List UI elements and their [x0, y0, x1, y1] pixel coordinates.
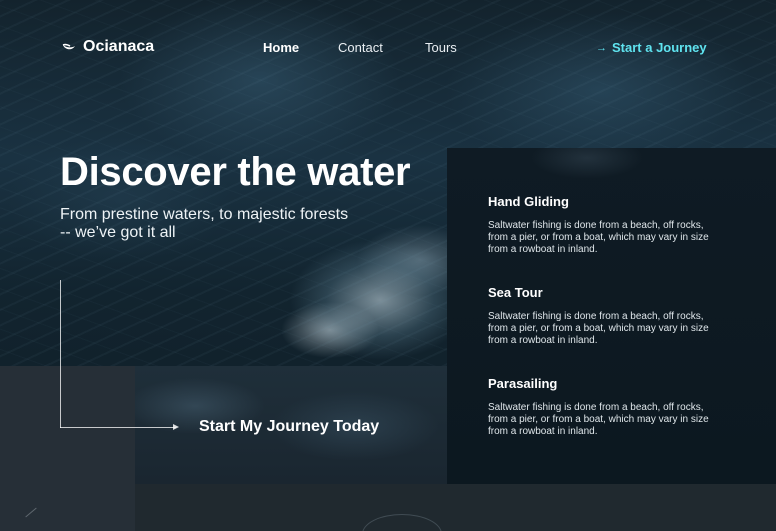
activity-description: Saltwater fishing is done from a beach, … — [488, 220, 709, 255]
wave-logo-icon — [62, 42, 76, 52]
journey-connector-horizontal — [60, 427, 176, 428]
brand-logo[interactable]: Ocianaca — [62, 36, 154, 58]
nav-item-home[interactable]: Home — [263, 40, 299, 55]
dark-panel — [0, 366, 135, 531]
hero-title: Discover the water — [60, 150, 411, 194]
hero-subtitle: From prestine waters, to majestic forest… — [60, 206, 349, 241]
arrow-right-icon: → — [596, 41, 607, 54]
activity-card[interactable]: Hand Gliding Saltwater fishing is done f… — [488, 194, 718, 256]
start-journey-link[interactable]: → Start a Journey — [596, 40, 707, 55]
arrowhead-icon — [173, 424, 179, 430]
nav-item-tours[interactable]: Tours — [425, 40, 457, 55]
start-journey-label: Start a Journey — [612, 40, 707, 55]
journey-connector-vertical — [60, 280, 61, 428]
activity-card[interactable]: Sea Tour Saltwater fishing is done from … — [488, 285, 718, 347]
nav-item-contact[interactable]: Contact — [338, 40, 383, 55]
activity-title: Parasailing — [488, 376, 558, 391]
activity-description: Saltwater fishing is done from a beach, … — [488, 402, 709, 437]
brand-name: Ocianaca — [83, 38, 155, 55]
activity-description: Saltwater fishing is done from a beach, … — [488, 311, 709, 346]
bottom-panel — [135, 484, 776, 531]
start-my-journey-button[interactable]: Start My Journey Today — [199, 418, 379, 436]
activity-title: Hand Gliding — [488, 194, 569, 209]
activity-card[interactable]: Parasailing Saltwater fishing is done fr… — [488, 376, 718, 438]
activity-title: Sea Tour — [488, 285, 543, 300]
